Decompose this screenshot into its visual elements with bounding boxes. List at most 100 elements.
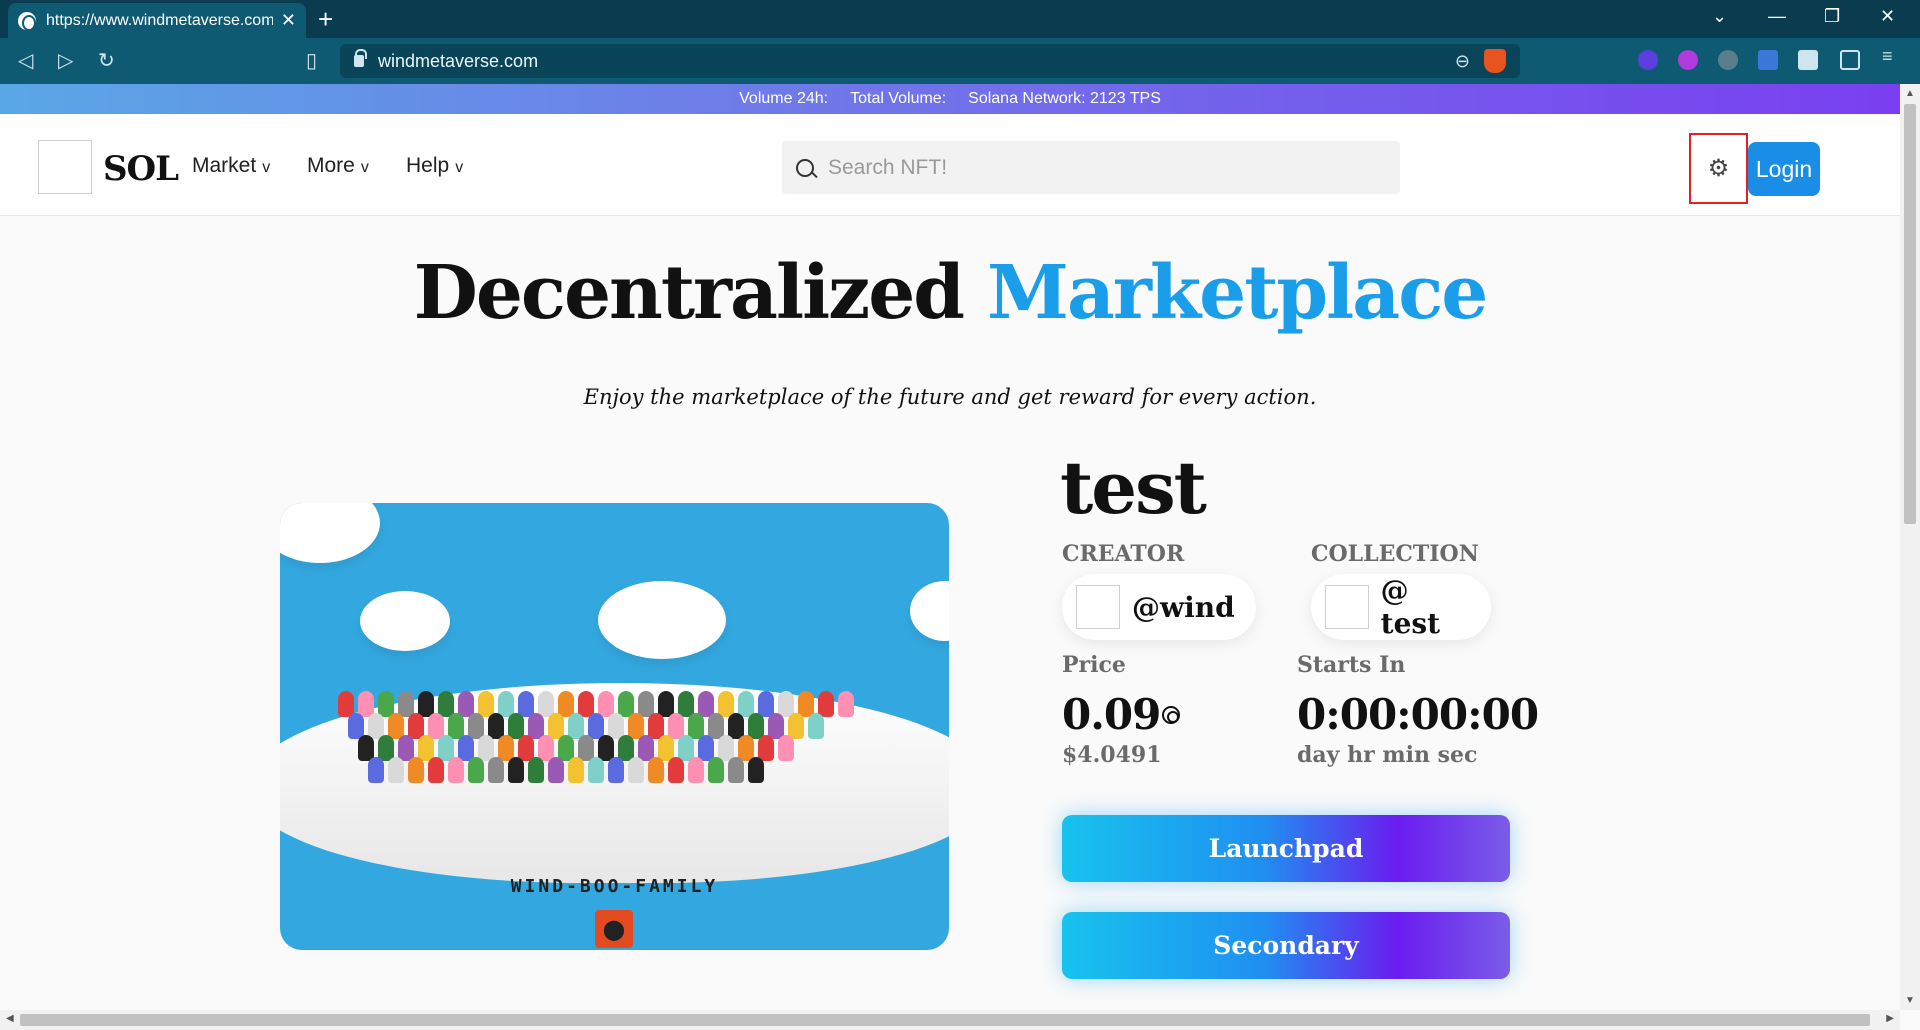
logo-text[interactable]: SOL [103, 149, 179, 189]
scroll-right-icon[interactable]: ▶ [1886, 1013, 1894, 1024]
secondary-button[interactable]: Secondary [1062, 912, 1510, 979]
total-volume: Total Volume: [850, 90, 947, 107]
new-tab-button[interactable]: + [318, 4, 333, 34]
chevron-down-icon: v [455, 159, 464, 176]
nav-market-label: Market [192, 154, 257, 177]
nft-figure [408, 757, 424, 783]
search-icon [796, 158, 814, 177]
cloud-decoration [360, 591, 450, 651]
back-icon[interactable]: ◁ [18, 48, 33, 73]
creator-avatar [1076, 585, 1120, 629]
collection-pill[interactable]: @ test [1311, 574, 1491, 640]
settings-button[interactable]: ⚙ [1689, 133, 1748, 204]
cloud-decoration [280, 503, 380, 563]
solana-icon [1162, 706, 1180, 724]
minimize-button[interactable]: — [1768, 6, 1786, 27]
search-input[interactable] [828, 155, 1368, 180]
vertical-scroll-thumb[interactable] [1904, 104, 1916, 524]
browser-tabbar: https://www.windmetaverse.com ✕ + ⌄ — ❐ … [0, 0, 1920, 38]
site-header: SOL Marketv Morev Helpv ⚙ Login [0, 114, 1900, 216]
nft-figure [388, 757, 404, 783]
browser-toolbar: ◁ ▷ ↻ ▯ windmetaverse.com ⊖ [0, 38, 1920, 84]
horizontal-scrollbar[interactable]: ◀ ▶ [0, 1010, 1900, 1030]
nft-figure [528, 757, 544, 783]
hero-title-accent: Marketplace [987, 250, 1488, 336]
chevron-down-icon: v [262, 159, 271, 176]
logo-image[interactable] [38, 140, 92, 194]
hero-title: Decentralized Marketplace [0, 250, 1900, 336]
vertical-scrollbar[interactable]: ▲ ▼ [1900, 84, 1920, 1010]
nft-image[interactable]: WIND-BOO-FAMILY ⬤ [280, 503, 949, 950]
nft-figures [320, 683, 880, 793]
chevron-down-icon: v [360, 159, 369, 176]
nav-help[interactable]: Help v [406, 154, 463, 178]
extension-icon[interactable] [1718, 50, 1738, 70]
collection-name: @ test [1380, 574, 1441, 640]
nft-figure [788, 713, 804, 739]
creator-pill[interactable]: @wind [1062, 574, 1256, 640]
nav-more-label: More [307, 154, 355, 177]
price-usd: $4.0491 [1062, 742, 1162, 768]
nft-figure [628, 757, 644, 783]
login-button[interactable]: Login [1748, 142, 1820, 196]
menu-icon[interactable]: ≡ [1882, 46, 1902, 66]
stats-banner: Volume 24h: Total Volume: Solana Network… [0, 84, 1900, 114]
browser-tab[interactable]: https://www.windmetaverse.com ✕ [8, 3, 306, 38]
nft-figure [838, 691, 854, 717]
zoom-icon[interactable]: ⊖ [1455, 51, 1470, 72]
nft-figure [648, 757, 664, 783]
extension-icon[interactable] [1678, 50, 1698, 70]
scroll-up-icon[interactable]: ▲ [1905, 88, 1915, 99]
forward-icon[interactable]: ▷ [58, 48, 73, 73]
nft-figure [548, 757, 564, 783]
nft-figure [688, 757, 704, 783]
launchpad-button[interactable]: Launchpad [1062, 815, 1510, 882]
nft-figure [608, 757, 624, 783]
nft-figure [488, 757, 504, 783]
close-window-button[interactable]: ✕ [1880, 6, 1895, 27]
ghost-icon: ⬤ [595, 910, 633, 948]
hero-tagline: Enjoy the marketplace of the future and … [583, 385, 1317, 409]
restore-button[interactable]: ❐ [1824, 6, 1840, 27]
address-url: windmetaverse.com [378, 50, 539, 71]
nft-name: test [1060, 445, 1207, 530]
nav-market[interactable]: Market v [192, 154, 270, 178]
price-label: Price [1062, 652, 1126, 678]
nft-figure [708, 757, 724, 783]
tab-close-icon[interactable]: ✕ [281, 10, 296, 31]
cloud-decoration [910, 581, 949, 641]
reload-icon[interactable]: ↻ [98, 48, 115, 73]
nft-figure [778, 735, 794, 761]
wallet-icon[interactable] [1840, 50, 1860, 70]
nft-figure [468, 757, 484, 783]
nft-figure [748, 757, 764, 783]
nft-figure [808, 713, 824, 739]
countdown-units: day hr min sec [1297, 742, 1478, 768]
nft-figure [818, 691, 834, 717]
creator-label: CREATOR [1062, 541, 1185, 567]
address-bar[interactable]: windmetaverse.com ⊖ [340, 44, 1520, 78]
nft-figure [668, 757, 684, 783]
starts-in-label: Starts In [1297, 652, 1406, 678]
tab-title: https://www.windmetaverse.com [46, 11, 273, 29]
horizontal-scroll-thumb[interactable] [20, 1014, 1870, 1026]
nft-figure [368, 757, 384, 783]
collection-label: COLLECTION [1311, 541, 1479, 567]
volume-24h: Volume 24h: [739, 90, 829, 107]
extension-icon[interactable] [1638, 50, 1658, 70]
cloud-decoration [598, 581, 726, 659]
nav-more[interactable]: More v [307, 154, 369, 178]
scroll-left-icon[interactable]: ◀ [6, 1013, 14, 1024]
brave-shield-icon[interactable] [1484, 49, 1506, 73]
translate-icon[interactable] [1758, 50, 1778, 70]
hero-title-main: Decentralized [413, 250, 965, 336]
bookmark-icon[interactable]: ▯ [306, 48, 317, 73]
tab-search-icon[interactable]: ⌄ [1712, 6, 1727, 27]
gear-icon: ⚙ [1707, 155, 1730, 182]
extensions-puzzle-icon[interactable] [1798, 50, 1818, 70]
scroll-down-icon[interactable]: ▼ [1905, 995, 1915, 1006]
nft-figure [758, 735, 774, 761]
creator-name: @wind [1132, 590, 1235, 624]
search-box[interactable] [782, 141, 1400, 194]
nav-help-label: Help [406, 154, 450, 177]
